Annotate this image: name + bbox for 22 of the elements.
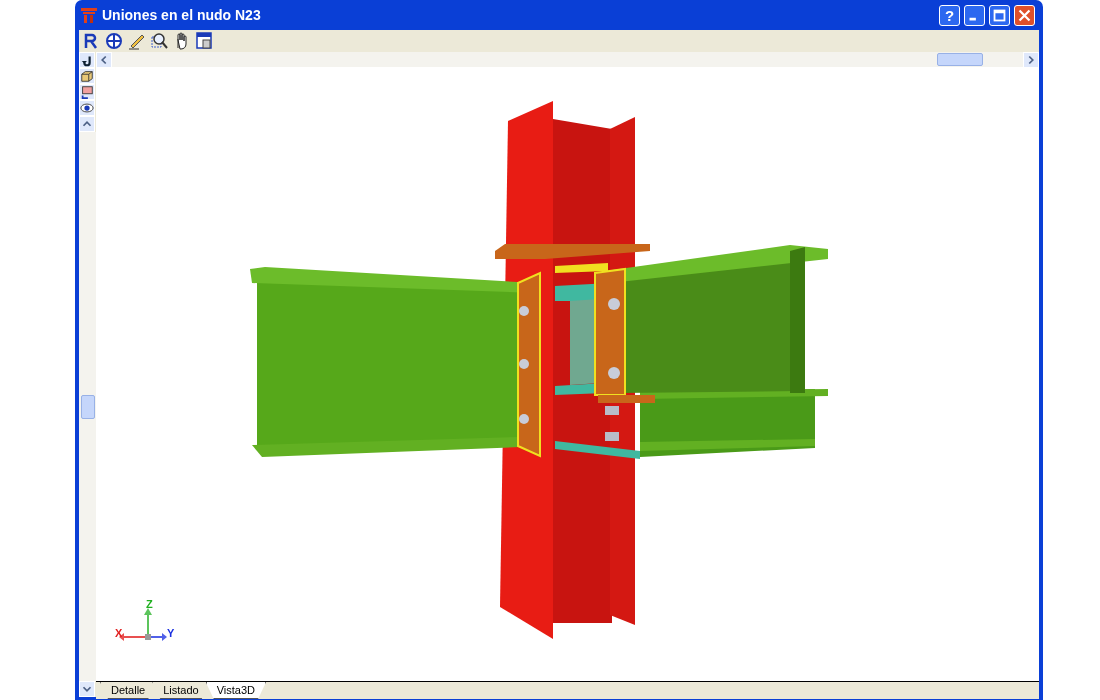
zoom-window-icon[interactable] (151, 32, 169, 50)
scroll-down-icon[interactable] (79, 681, 95, 697)
scroll-up-icon[interactable] (79, 116, 95, 132)
pencil-icon[interactable] (128, 32, 146, 50)
x-axis-label: X (115, 627, 123, 639)
app-icon (81, 7, 97, 23)
maximize-icon[interactable] (989, 4, 1010, 26)
sheet-tab[interactable]: Vista3D (205, 682, 267, 699)
close-icon[interactable] (1014, 4, 1035, 26)
vertical-scroll-thumb[interactable] (80, 395, 95, 419)
rotate-view-icon[interactable] (82, 32, 100, 50)
window-icon[interactable] (195, 32, 213, 50)
window-title: Uniones en el nudo N23 (102, 5, 261, 25)
z-axis-label: Z (146, 598, 153, 610)
cube-icon[interactable] (79, 68, 95, 84)
horizontal-scroll-thumb[interactable] (937, 53, 983, 66)
zoom-all-icon[interactable] (105, 32, 123, 50)
y-axis-label: Y (167, 627, 175, 639)
hand-icon[interactable] (174, 32, 190, 50)
eye-icon[interactable] (79, 100, 95, 116)
minimize-icon[interactable] (964, 4, 985, 26)
help-button[interactable]: ? (939, 4, 960, 26)
